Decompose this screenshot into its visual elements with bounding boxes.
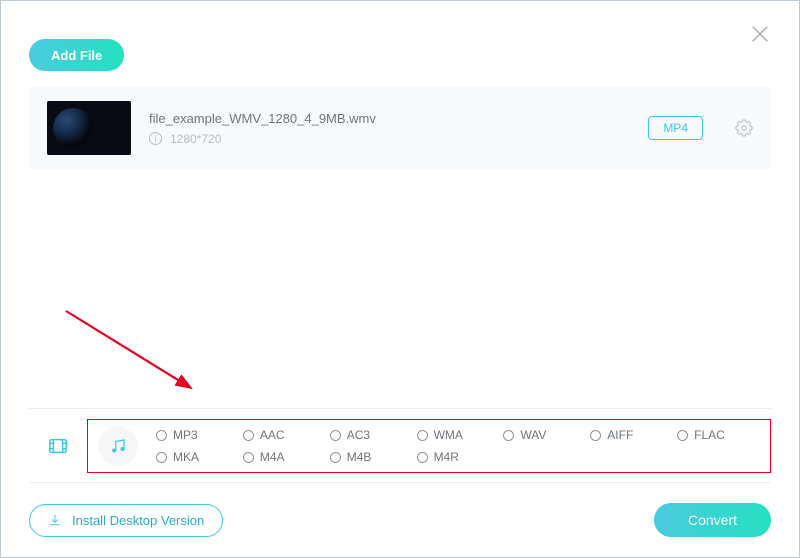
app-window: Add File file_example_WMV_1280_4_9MB.wmv…: [0, 0, 800, 558]
radio-icon: [417, 430, 428, 441]
info-icon[interactable]: i: [149, 132, 162, 145]
radio-icon: [330, 430, 341, 441]
radio-icon: [156, 452, 167, 463]
file-meta: file_example_WMV_1280_4_9MB.wmv i 1280*7…: [149, 111, 630, 146]
file-name: file_example_WMV_1280_4_9MB.wmv: [149, 111, 630, 126]
format-label: MP3: [173, 428, 198, 442]
file-thumbnail[interactable]: [47, 101, 131, 155]
audio-format-panel: MP3 AAC AC3 WMA WAV AIFF FLAC MKA M4A M4B M4R: [87, 419, 771, 473]
convert-label: Convert: [688, 512, 737, 528]
format-label: AIFF: [607, 428, 633, 442]
format-option-ac3[interactable]: AC3: [330, 428, 413, 442]
install-desktop-label: Install Desktop Version: [72, 513, 204, 528]
add-file-button[interactable]: Add File: [29, 39, 124, 71]
radio-icon: [243, 452, 254, 463]
format-option-aac[interactable]: AAC: [243, 428, 326, 442]
format-label: AAC: [260, 428, 285, 442]
format-option-wav[interactable]: WAV: [503, 428, 586, 442]
format-option-flac[interactable]: FLAC: [677, 428, 760, 442]
format-option-m4b[interactable]: M4B: [330, 450, 413, 464]
format-option-aiff[interactable]: AIFF: [590, 428, 673, 442]
annotation-arrow: [61, 306, 211, 396]
format-label: MKA: [173, 450, 199, 464]
format-label: WAV: [520, 428, 546, 442]
format-option-m4r[interactable]: M4R: [417, 450, 500, 464]
gear-icon[interactable]: [735, 119, 753, 137]
divider-bottom: [29, 482, 771, 483]
format-option-mp3[interactable]: MP3: [156, 428, 239, 442]
radio-icon: [677, 430, 688, 441]
radio-icon: [243, 430, 254, 441]
radio-icon: [330, 452, 341, 463]
format-bar: MP3 AAC AC3 WMA WAV AIFF FLAC MKA M4A M4B M4R: [29, 409, 771, 483]
file-resolution-row: i 1280*720: [149, 132, 630, 146]
install-desktop-button[interactable]: Install Desktop Version: [29, 504, 223, 537]
convert-button[interactable]: Convert: [654, 503, 771, 537]
add-file-label: Add File: [51, 48, 102, 63]
format-label: M4A: [260, 450, 285, 464]
radio-icon: [156, 430, 167, 441]
download-icon: [48, 513, 62, 527]
format-label: M4R: [434, 450, 459, 464]
output-format-badge[interactable]: MP4: [648, 116, 703, 140]
footer: Install Desktop Version Convert: [29, 503, 771, 537]
format-option-m4a[interactable]: M4A: [243, 450, 326, 464]
radio-icon: [503, 430, 514, 441]
format-label: FLAC: [694, 428, 725, 442]
radio-icon: [590, 430, 601, 441]
format-grid: MP3 AAC AC3 WMA WAV AIFF FLAC MKA M4A M4B M4R: [156, 428, 760, 464]
format-label: WMA: [434, 428, 463, 442]
format-label: M4B: [347, 450, 372, 464]
file-row: file_example_WMV_1280_4_9MB.wmv i 1280*7…: [29, 87, 771, 169]
format-option-wma[interactable]: WMA: [417, 428, 500, 442]
format-label: AC3: [347, 428, 370, 442]
format-option-mka[interactable]: MKA: [156, 450, 239, 464]
radio-icon: [417, 452, 428, 463]
close-icon[interactable]: [749, 23, 771, 45]
file-resolution: 1280*720: [170, 132, 221, 146]
video-category-icon[interactable]: [29, 409, 87, 483]
output-format-label: MP4: [663, 121, 688, 135]
audio-category-icon[interactable]: [98, 426, 138, 466]
